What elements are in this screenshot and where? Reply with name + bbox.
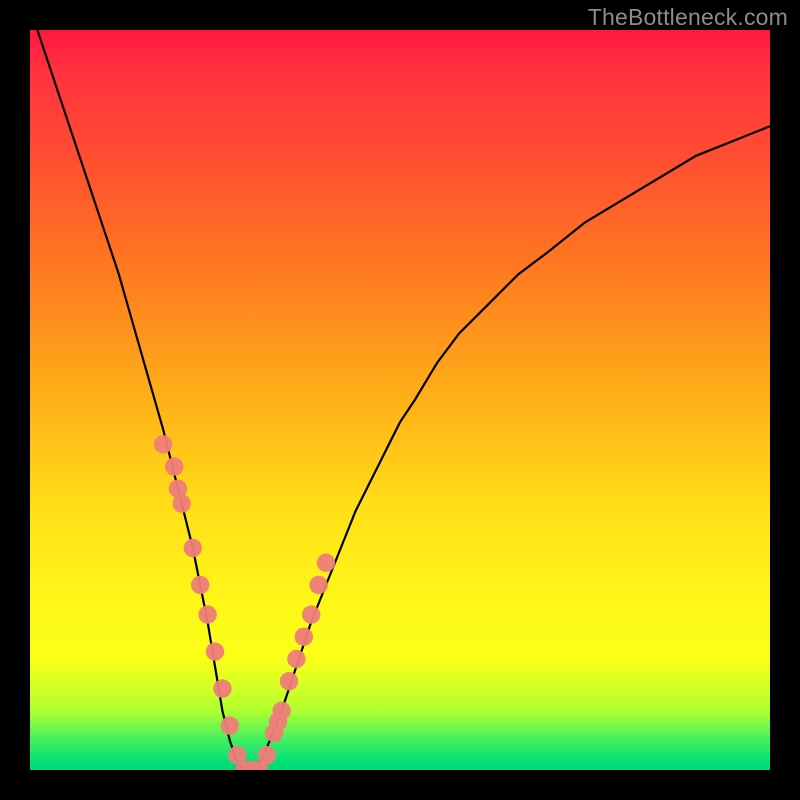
data-marker <box>317 554 335 572</box>
data-marker <box>272 702 290 720</box>
data-marker <box>221 716 239 734</box>
data-marker <box>287 650 305 668</box>
watermark-text: TheBottleneck.com <box>588 4 788 31</box>
data-marker <box>191 576 209 594</box>
data-marker <box>184 539 202 557</box>
data-marker <box>302 605 320 623</box>
data-marker <box>258 746 276 764</box>
chart-svg <box>30 30 770 770</box>
data-marker <box>213 679 231 697</box>
data-marker <box>295 628 313 646</box>
data-marker <box>198 605 216 623</box>
data-marker <box>173 494 191 512</box>
data-marker <box>165 457 183 475</box>
chart-container: TheBottleneck.com <box>0 0 800 800</box>
data-marker <box>154 435 172 453</box>
bottleneck-curve <box>37 30 770 770</box>
data-marker <box>280 672 298 690</box>
data-marker <box>206 642 224 660</box>
marker-group <box>154 435 335 770</box>
data-marker <box>309 576 327 594</box>
